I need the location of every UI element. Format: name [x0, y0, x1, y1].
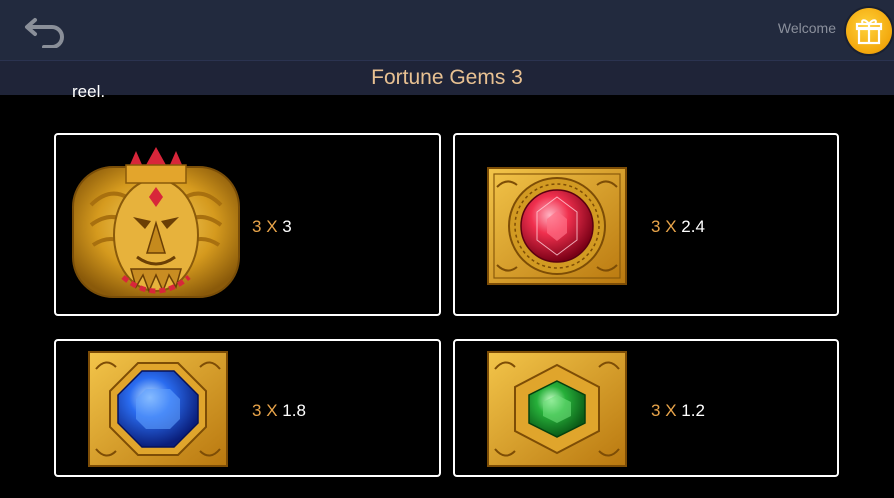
- paytable-card-mask: 3 X 3: [54, 133, 441, 316]
- back-arrow-icon: [25, 18, 64, 49]
- intro-text-cutoff: reel.: [72, 82, 106, 101]
- gift-button[interactable]: [846, 8, 892, 54]
- red-gem-symbol: [487, 167, 627, 285]
- paytable-card-red-gem: 3 X 2.4: [453, 133, 839, 316]
- multiplier-value: 1.8: [282, 401, 306, 420]
- times-sign: X: [266, 401, 278, 420]
- payout-text: 3 X 1.2: [651, 401, 705, 421]
- golden-mask-symbol: [72, 147, 240, 298]
- paytable-card-green-gem: 3 X 1.2: [453, 339, 839, 477]
- multiplier-value: 3: [282, 217, 292, 236]
- symbol-count: 3: [252, 217, 262, 236]
- symbol-count: 3: [252, 401, 262, 420]
- title-bar: Fortune Gems 3: [0, 60, 894, 95]
- times-sign: X: [266, 217, 278, 236]
- paytable-card-blue-gem: 3 X 1.8: [54, 339, 441, 477]
- times-sign: X: [665, 217, 677, 236]
- symbol-count: 3: [651, 217, 661, 236]
- blue-gem-symbol: [88, 351, 228, 467]
- payout-text: 3 X 1.8: [252, 401, 306, 421]
- top-bar: Welcome: [0, 0, 894, 60]
- page-title: Fortune Gems 3: [371, 66, 523, 89]
- times-sign: X: [665, 401, 677, 420]
- multiplier-value: 1.2: [681, 401, 705, 420]
- payout-text: 3 X 3: [252, 217, 292, 237]
- welcome-text: Welcome: [777, 20, 836, 36]
- gift-icon: [855, 19, 883, 45]
- back-button[interactable]: [22, 12, 68, 49]
- multiplier-value: 2.4: [681, 217, 705, 236]
- symbol-count: 3: [651, 401, 661, 420]
- green-gem-symbol: [487, 351, 627, 467]
- payout-text: 3 X 2.4: [651, 217, 705, 237]
